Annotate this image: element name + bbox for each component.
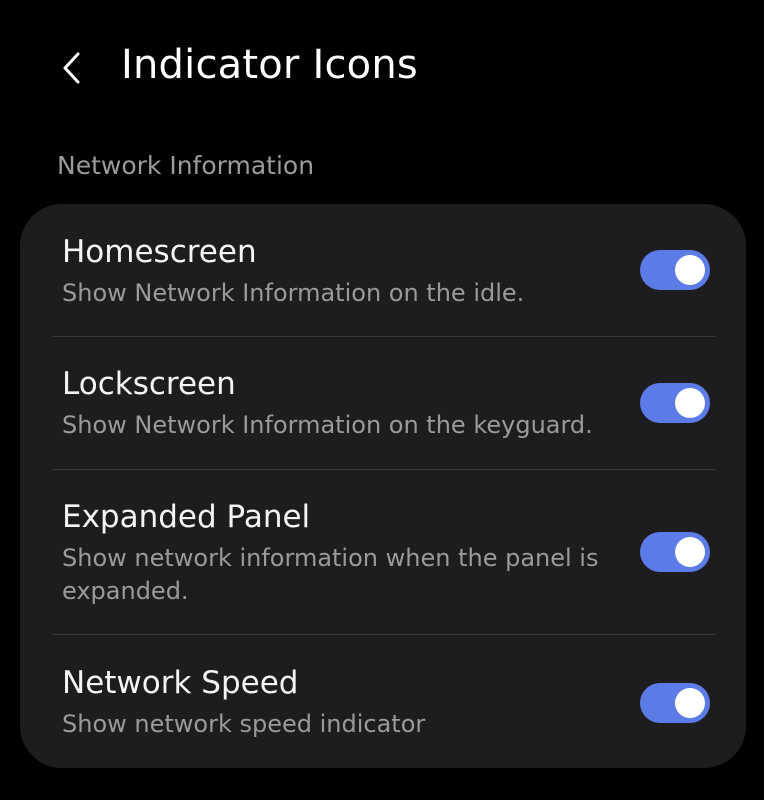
setting-description: Show Network Information on the idle. bbox=[62, 279, 525, 307]
setting-row-expanded-panel[interactable]: Expanded Panel Show network information … bbox=[20, 470, 746, 634]
settings-screen: Indicator Icons Network Information Home… bbox=[0, 0, 764, 800]
toggle-thumb bbox=[675, 388, 705, 418]
setting-row-homescreen[interactable]: Homescreen Show Network Information on t… bbox=[20, 204, 746, 336]
back-button[interactable] bbox=[44, 40, 100, 96]
toggle-thumb bbox=[675, 537, 705, 567]
setting-description: Show network speed indicator bbox=[62, 710, 426, 738]
setting-row-lockscreen[interactable]: Lockscreen Show Network Information on t… bbox=[20, 337, 746, 469]
app-bar: Indicator Icons bbox=[0, 0, 764, 140]
setting-title: Homescreen bbox=[62, 234, 257, 270]
homescreen-toggle[interactable] bbox=[640, 250, 710, 290]
setting-row-network-speed[interactable]: Network Speed Show network speed indicat… bbox=[20, 635, 746, 768]
setting-description: Show Network Information on the keyguard… bbox=[62, 411, 593, 439]
lockscreen-toggle[interactable] bbox=[640, 383, 710, 423]
setting-title: Expanded Panel bbox=[62, 499, 311, 535]
settings-card: Homescreen Show Network Information on t… bbox=[20, 204, 746, 768]
setting-title: Lockscreen bbox=[62, 366, 236, 402]
toggle-thumb bbox=[675, 255, 705, 285]
network-speed-toggle[interactable] bbox=[640, 683, 710, 723]
section-header: Network Information bbox=[57, 151, 315, 180]
toggle-thumb bbox=[675, 688, 705, 718]
setting-description: Show network information when the panel … bbox=[62, 544, 599, 605]
setting-title: Network Speed bbox=[62, 665, 299, 701]
page-title: Indicator Icons bbox=[121, 42, 418, 88]
chevron-left-icon bbox=[63, 52, 80, 84]
expanded-panel-toggle[interactable] bbox=[640, 532, 710, 572]
